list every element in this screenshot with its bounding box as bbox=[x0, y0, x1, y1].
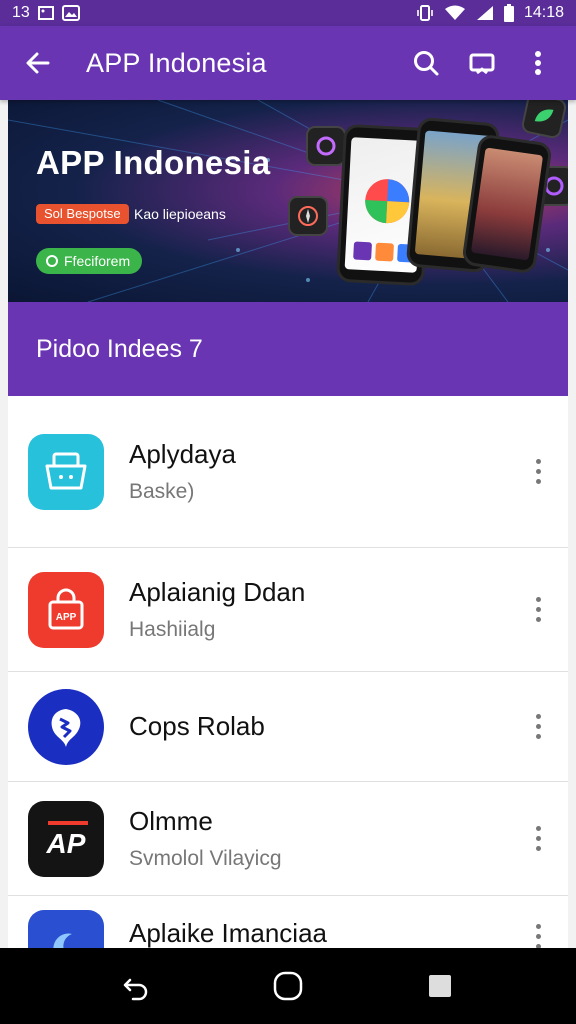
search-icon[interactable] bbox=[404, 41, 448, 85]
section-header: Pidoo Indees 7 bbox=[8, 302, 568, 396]
app-icon-text: AP bbox=[46, 828, 86, 859]
vibrate-icon bbox=[416, 5, 434, 21]
recents-icon[interactable] bbox=[412, 958, 468, 1014]
more-options-icon[interactable] bbox=[526, 916, 550, 948]
app-title: APP Indonesia bbox=[86, 47, 267, 78]
app-subtitle: Svmolol Vilayicg bbox=[129, 847, 282, 870]
status-bar: 13 14:18 bbox=[0, 0, 576, 26]
floating-app-icon bbox=[306, 126, 346, 166]
image-icon bbox=[37, 6, 54, 20]
cta-circle-icon bbox=[46, 255, 58, 267]
banner-cta-button[interactable]: Ffeciforem bbox=[36, 248, 143, 274]
app-list-item[interactable]: Cops Rolab bbox=[8, 672, 568, 782]
basket-icon bbox=[28, 433, 104, 510]
app-title: Cops Rolab bbox=[129, 711, 265, 741]
signal-icon bbox=[476, 5, 494, 21]
system-nav-bar bbox=[0, 948, 576, 1024]
app-list-item[interactable]: APP Aplaianig Ddan Hashiialg bbox=[8, 548, 568, 672]
back-arrow-icon[interactable] bbox=[16, 41, 60, 85]
photos-icon bbox=[61, 5, 80, 21]
banner-tag: Sol Bespotse bbox=[36, 204, 129, 224]
moon-icon bbox=[28, 910, 104, 948]
more-options-icon[interactable] bbox=[526, 590, 550, 630]
promo-banner[interactable]: APP Indonesia Sol Bespotse Kao liepioean… bbox=[8, 100, 568, 302]
banner-cta-label: Ffeciforem bbox=[64, 253, 131, 269]
shopping-bag-icon: APP bbox=[28, 571, 104, 648]
more-options-icon[interactable] bbox=[526, 452, 550, 492]
more-options-icon[interactable] bbox=[526, 707, 550, 747]
content-card: APP Indonesia Sol Bespotse Kao liepioean… bbox=[8, 100, 568, 948]
more-vert-icon[interactable] bbox=[516, 41, 560, 85]
app-subtitle: Hashiialg bbox=[129, 618, 216, 641]
wifi-icon bbox=[444, 5, 466, 21]
app-subtitle: Baske) bbox=[129, 480, 195, 503]
app-list-item[interactable]: AP Olmme Svmolol Vilayicg bbox=[8, 782, 568, 896]
banner-subtitle: Kao liepioeans bbox=[134, 206, 226, 222]
battery-icon bbox=[503, 4, 514, 22]
home-icon[interactable] bbox=[260, 958, 316, 1014]
app-icon-text: APP bbox=[56, 612, 77, 623]
app-title: Aplaianig Ddan bbox=[129, 577, 306, 607]
status-time: 14:18 bbox=[523, 4, 564, 21]
app-title: Aplydaya bbox=[129, 439, 236, 469]
floating-compass-icon bbox=[288, 196, 328, 236]
app-bar: APP Indonesia bbox=[0, 26, 576, 100]
status-left-text: 13 bbox=[12, 4, 30, 21]
back-icon[interactable] bbox=[108, 958, 164, 1014]
more-options-icon[interactable] bbox=[526, 819, 550, 859]
app-list-item[interactable]: Aplaike Imanciaa bbox=[8, 896, 568, 948]
section-title: Pidoo Indees 7 bbox=[36, 334, 203, 363]
app-title: Olmme bbox=[129, 806, 213, 836]
ap-logo-icon: AP bbox=[28, 800, 104, 877]
app-list-item[interactable]: Aplydaya Baske) bbox=[8, 396, 568, 548]
banner-title: APP Indonesia bbox=[36, 144, 271, 181]
leaf-icon bbox=[28, 688, 104, 765]
cast-icon[interactable] bbox=[460, 41, 504, 85]
app-title: Aplaike Imanciaa bbox=[129, 918, 327, 948]
